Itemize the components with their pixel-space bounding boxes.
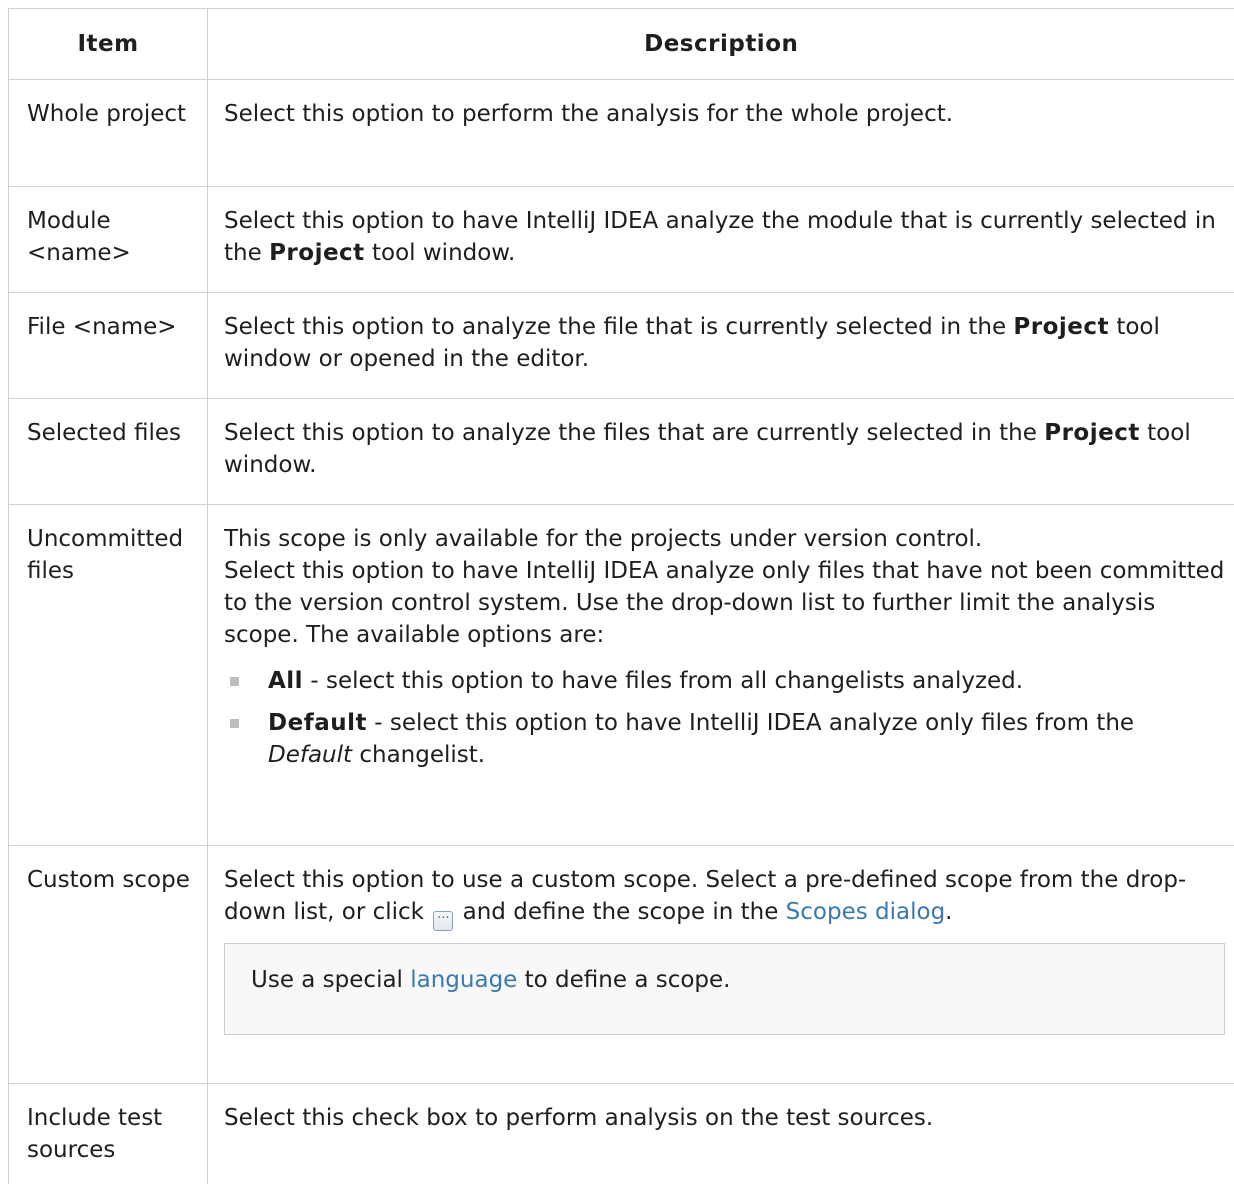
ui-term: Project [269,240,365,266]
desc-text: Select this option to analyze the files … [224,420,1044,446]
desc-text: . [945,899,952,925]
row-description: Select this option to use a custom scope… [208,846,1234,1084]
row-description: Select this option to analyze the file t… [208,293,1234,399]
desc-paragraph: Select this option to use a custom scope… [224,864,1225,931]
ui-term: Project [1044,420,1140,446]
row-item: Custom scope [9,846,208,1084]
desc-text: Select this option to analyze the file t… [224,314,1013,340]
language-link[interactable]: language [410,967,517,993]
row-item: Include test sources [9,1084,208,1184]
table-row: Uncommitted files This scope is only ava… [9,505,1234,846]
ui-term: Project [1013,314,1109,340]
desc-paragraph: Select this option to have IntelliJ IDEA… [224,555,1225,651]
row-description: Select this option to perform the analys… [208,80,1234,187]
ellipsis-button-icon[interactable]: ··· [433,911,453,931]
row-description: Select this option to have IntelliJ IDEA… [208,187,1234,293]
note-text: to define a scope. [517,967,730,993]
row-description: This scope is only available for the pro… [208,505,1234,846]
option-text: - select this option to have files from … [303,668,1023,694]
desc-text: tool window. [365,240,516,266]
table-row: Custom scope Select this option to use a… [9,846,1234,1084]
row-item: Uncommitted files [9,505,208,846]
option-text: changelist. [352,742,485,768]
option-name: All [268,668,303,694]
square-bullet-icon [230,719,239,728]
desc-line: This scope is only available for the pro… [224,523,1225,555]
list-item: Default - select this option to have Int… [224,707,1225,771]
option-text: - select this option to have IntelliJ ID… [367,710,1134,736]
row-item: Whole project [9,80,208,187]
tip-note: Use a special language to define a scope… [224,943,1225,1035]
table-row: Module <name> Select this option to have… [9,187,1234,293]
options-list: All - select this option to have files f… [224,665,1225,771]
header-description: Description [208,9,1234,80]
row-item: File <name> [9,293,208,399]
desc-text: and define the scope in the [455,899,785,925]
table-header-row: Item Description [9,9,1234,80]
square-bullet-icon [230,677,239,686]
scope-options-table: Item Description Whole project Select th… [8,8,1234,1184]
row-item: Selected files [9,399,208,505]
table-row: Include test sources Select this check b… [9,1084,1234,1184]
table-row: Selected files Select this option to ana… [9,399,1234,505]
changelist-name: Default [268,742,352,768]
list-item: All - select this option to have files f… [224,665,1225,697]
note-text: Use a special [251,967,410,993]
table-row: Whole project Select this option to perf… [9,80,1234,187]
row-description: Select this option to analyze the files … [208,399,1234,505]
header-item: Item [9,9,208,80]
row-description: Select this check box to perform analysi… [208,1084,1234,1184]
table-row: File <name> Select this option to analyz… [9,293,1234,399]
option-name: Default [268,710,367,736]
row-item: Module <name> [9,187,208,293]
scopes-dialog-link[interactable]: Scopes dialog [786,899,946,925]
